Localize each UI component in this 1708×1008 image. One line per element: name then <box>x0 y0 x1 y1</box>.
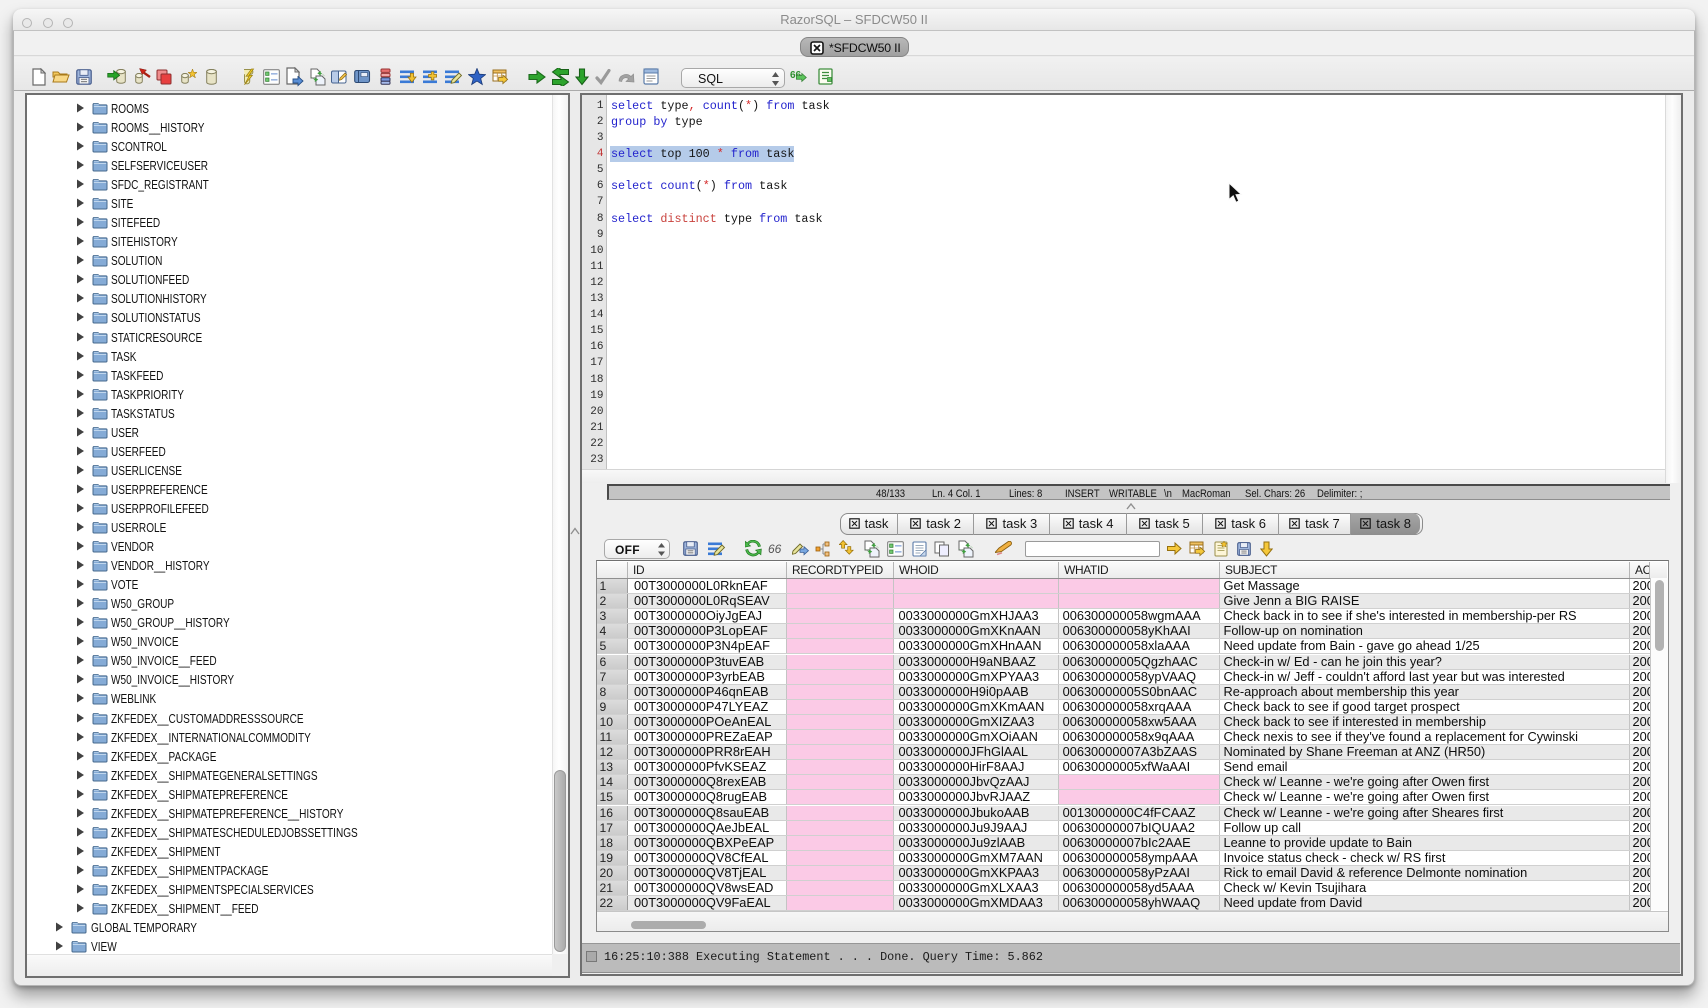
svg-text:66: 66 <box>768 542 782 556</box>
